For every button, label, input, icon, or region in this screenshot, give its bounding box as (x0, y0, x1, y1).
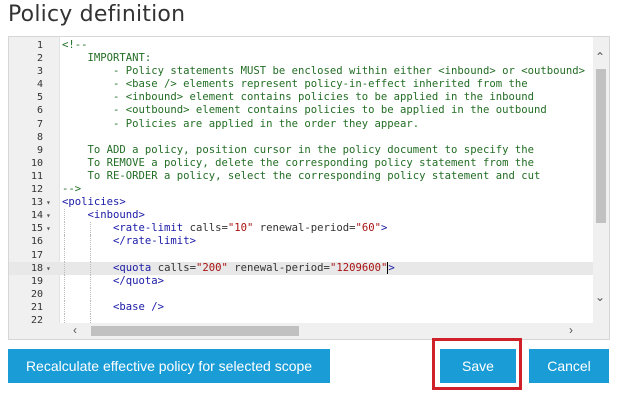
line-number: 1 (36, 40, 43, 51)
indent-guide (89, 287, 91, 301)
code-line[interactable]: 2 IMPORTANT: (9, 52, 593, 65)
line-number: 22 (30, 314, 43, 326)
save-button[interactable]: Save (440, 349, 516, 383)
code-text: To RE-ORDER a policy, select the corresp… (62, 169, 541, 182)
code-text: IMPORTANT: (62, 52, 152, 65)
line-number: 5 (36, 92, 43, 104)
code-line[interactable]: 10 To REMOVE a policy, delete the corres… (9, 157, 593, 170)
indent-guide (89, 248, 91, 262)
cancel-button[interactable]: Cancel (529, 349, 609, 383)
code-text: <policies> (62, 196, 126, 209)
code-text: --> (62, 183, 82, 196)
line-number: 4 (36, 79, 43, 91)
indent-guide (89, 274, 91, 288)
line-number: 8 (36, 131, 43, 143)
vertical-scrollbar[interactable]: ⌃ ⌄ (593, 37, 609, 323)
code-line[interactable]: 13 ▾ <policies> (9, 196, 593, 209)
indent-guide (64, 209, 65, 223)
code-text: - <inbound> element contains policies to… (62, 91, 534, 104)
indent-guide (64, 274, 65, 288)
indent-guide (64, 300, 65, 314)
code-line[interactable]: 20 (9, 287, 593, 301)
indent-guide (89, 235, 91, 249)
indent-guide (89, 261, 91, 275)
code-line[interactable]: 4 - <base /> elements represent policy-i… (9, 78, 593, 91)
line-number: 14 (30, 210, 43, 222)
code-text: <!-- (62, 39, 88, 51)
fold-toggle-icon[interactable]: ▾ (46, 262, 56, 275)
policy-code-editor[interactable]: 1 <!-- 2 IMPORTANT: 3 - Policy statements M… (8, 36, 610, 340)
line-number: 19 (30, 275, 43, 287)
code-line[interactable]: 18 ▾ <quota calls="200" renewal-period="1… (9, 261, 593, 275)
code-text: </rate-limit> (113, 235, 196, 248)
indent-guide (64, 287, 65, 301)
line-number: 18 (30, 262, 43, 274)
vertical-scroll-thumb[interactable] (596, 69, 606, 223)
code-line[interactable]: 8 (9, 131, 593, 144)
code-text: To ADD a policy, position cursor in the … (62, 143, 534, 156)
line-number: 10 (30, 157, 43, 169)
code-line[interactable]: 15 ▾ <rate-limit calls="10" renewal-perio… (9, 222, 593, 236)
scrollbar-corner (593, 323, 609, 339)
line-number: 2 (36, 53, 43, 65)
code-text: To REMOVE a policy, delete the correspon… (62, 156, 534, 169)
horizontal-scrollbar[interactable]: ‹ › (59, 323, 593, 339)
code-line[interactable]: 9 To ADD a policy, position cursor in th… (9, 144, 593, 157)
horizontal-scroll-thumb[interactable] (91, 326, 299, 336)
chevron-up-icon[interactable]: ⌃ (595, 51, 605, 63)
code-text: - Policies are applied in the order they… (62, 117, 420, 130)
indent-guide (89, 300, 91, 314)
chevron-right-icon[interactable]: › (569, 324, 573, 336)
code-line[interactable]: 16 </rate-limit> (9, 235, 593, 249)
line-number: 11 (30, 170, 43, 182)
code-text: - <base /> elements represent policy-in-… (62, 78, 528, 91)
indent-guide (64, 261, 65, 275)
code-text: <inbound> (87, 209, 145, 222)
indent-guide (64, 222, 65, 236)
fold-toggle-icon[interactable]: ▾ (46, 196, 56, 209)
code-text: <quota calls="200" renewal-period="12096… (113, 261, 395, 274)
line-number: 7 (36, 118, 43, 130)
code-line[interactable]: 19 </quota> (9, 274, 593, 288)
fold-toggle-icon[interactable]: ▾ (46, 222, 56, 235)
indent-guide (89, 222, 91, 236)
line-number: 21 (30, 301, 43, 313)
code-text: </quota> (113, 274, 165, 287)
code-line[interactable]: 6 - <outbound> element contains policies… (9, 104, 593, 117)
code-line[interactable]: 7 - Policies are applied in the order th… (9, 118, 593, 131)
code-text: <base /> (113, 300, 165, 313)
code-text: <rate-limit calls="10" renewal-period="6… (113, 222, 388, 235)
line-number: 20 (30, 288, 43, 300)
line-number: 6 (36, 105, 43, 117)
chevron-left-icon[interactable]: ‹ (73, 324, 77, 336)
indent-guide (64, 248, 65, 262)
chevron-down-icon[interactable]: ⌄ (595, 291, 605, 303)
page-title: Policy definition (8, 2, 186, 27)
code-line[interactable]: 21 <base /> (9, 300, 593, 314)
code-line[interactable]: 3 - Policy statements MUST be enclosed w… (9, 65, 593, 78)
fold-toggle-icon[interactable]: ▾ (46, 209, 56, 222)
line-number: 15 (30, 223, 43, 235)
line-number: 17 (30, 249, 43, 261)
indent-guide (64, 235, 65, 249)
code-line[interactable]: 1 <!-- (9, 39, 593, 52)
line-number: 12 (30, 184, 43, 196)
recalculate-policy-button[interactable]: Recalculate effective policy for selecte… (8, 349, 330, 383)
line-number: 3 (36, 66, 43, 78)
code-text: - Policy statements MUST be enclosed wit… (62, 65, 585, 78)
line-number: 16 (30, 236, 43, 248)
line-number: 13 (30, 197, 43, 209)
line-number: 9 (36, 144, 43, 156)
code-lines[interactable]: 1 <!-- 2 IMPORTANT: 3 - Policy statements M… (9, 39, 593, 328)
code-line[interactable]: 12 --> (9, 183, 593, 196)
code-line[interactable]: 5 - <inbound> element contains policies … (9, 91, 593, 104)
code-line[interactable]: 14 ▾ <inbound> (9, 209, 593, 223)
code-text: - <outbound> element contains policies t… (62, 104, 547, 117)
code-line[interactable]: 11 To RE-ORDER a policy, select the corr… (9, 170, 593, 183)
code-line[interactable]: 17 (9, 248, 593, 262)
